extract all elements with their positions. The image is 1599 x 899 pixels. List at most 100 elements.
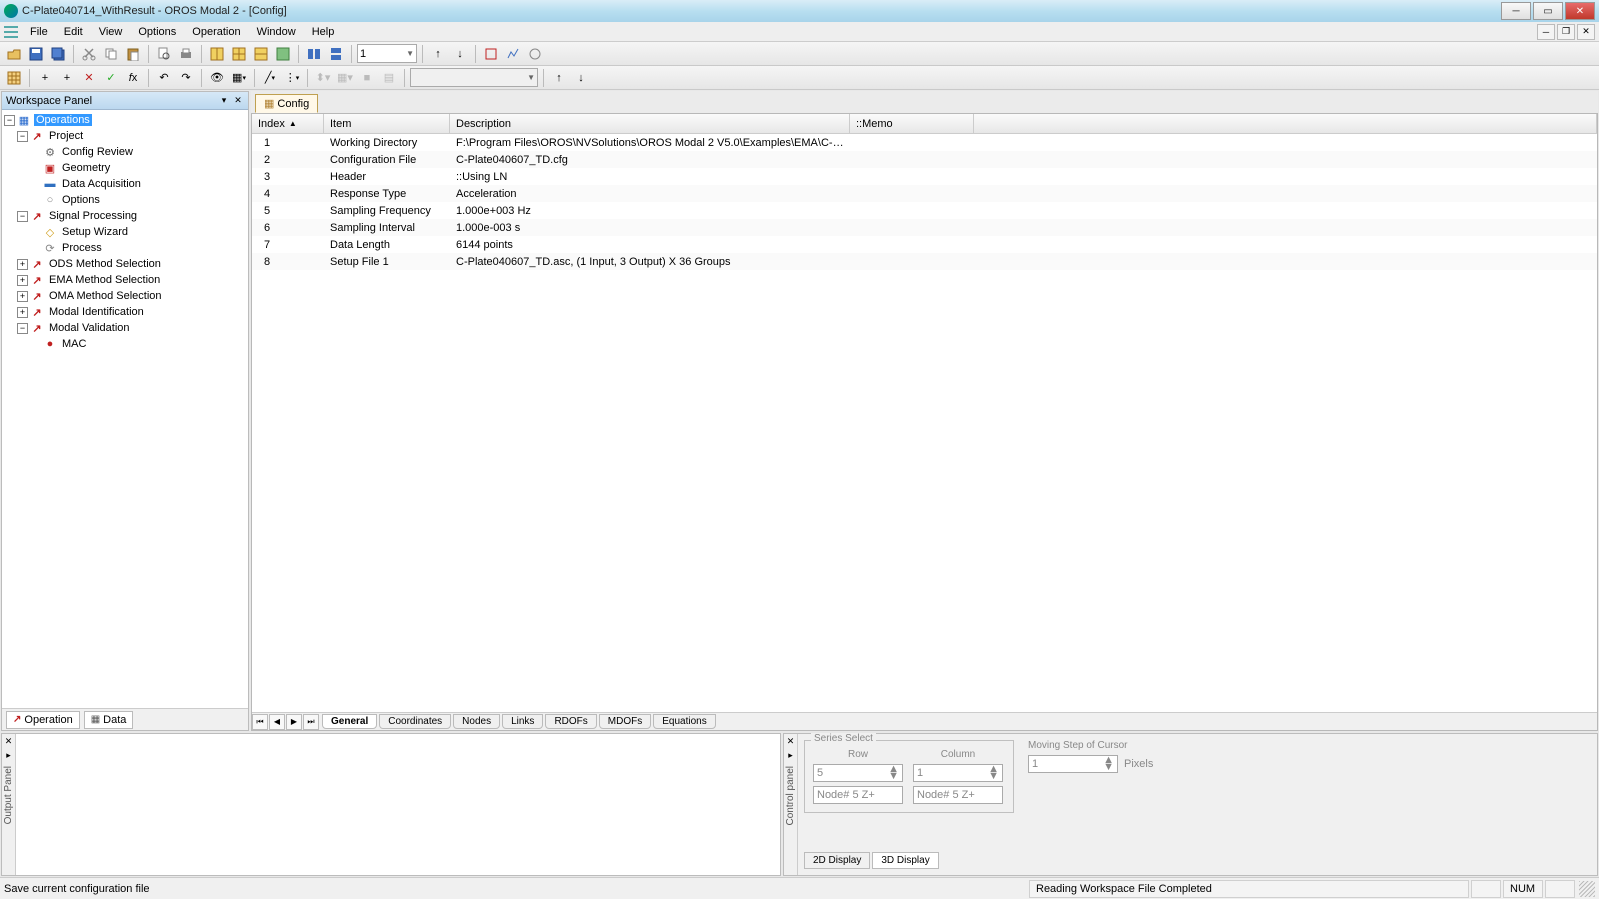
col-index[interactable]: Index▲ bbox=[252, 114, 324, 133]
tree-data-acq[interactable]: Data Acquisition bbox=[60, 178, 143, 190]
grid-body[interactable]: 1Working DirectoryF:\Program Files\OROS\… bbox=[252, 134, 1597, 712]
delete-icon[interactable]: ✕ bbox=[79, 68, 99, 88]
expand-icon[interactable]: − bbox=[17, 131, 28, 142]
cursor-stepper[interactable]: 1▲▼ bbox=[1028, 755, 1118, 773]
tree-process[interactable]: Process bbox=[60, 242, 104, 254]
open-icon[interactable] bbox=[4, 44, 24, 64]
menu-window[interactable]: Window bbox=[249, 24, 304, 40]
tree-options[interactable]: Options bbox=[60, 194, 102, 206]
sheet-next-icon[interactable]: ▶ bbox=[286, 714, 302, 730]
workspace-tree[interactable]: −Operations −Project Config Review Geome… bbox=[2, 110, 248, 708]
table-row[interactable]: 3Header::Using LN bbox=[252, 168, 1597, 185]
table-row[interactable]: 8Setup File 1C-Plate040607_TD.asc, (1 In… bbox=[252, 253, 1597, 270]
expand-icon[interactable]: + bbox=[17, 307, 28, 318]
layout4-icon[interactable] bbox=[273, 44, 293, 64]
tool1-icon[interactable]: ⬍▾ bbox=[313, 68, 333, 88]
splitter1-icon[interactable] bbox=[304, 44, 324, 64]
add-icon[interactable]: + bbox=[35, 68, 55, 88]
save-icon[interactable] bbox=[26, 44, 46, 64]
sheet-last-icon[interactable]: ⏭ bbox=[303, 714, 319, 730]
tree-modal-ident[interactable]: Modal Identification bbox=[47, 306, 146, 318]
menu-edit[interactable]: Edit bbox=[56, 24, 91, 40]
paste-icon[interactable] bbox=[123, 44, 143, 64]
arrow-up-icon[interactable]: ↑ bbox=[428, 44, 448, 64]
tree-geometry[interactable]: Geometry bbox=[60, 162, 112, 174]
sheet-rdofs[interactable]: RDOFs bbox=[545, 714, 596, 729]
cut-icon[interactable] bbox=[79, 44, 99, 64]
tree-setup-wizard[interactable]: Setup Wizard bbox=[60, 226, 130, 238]
layout1-icon[interactable] bbox=[207, 44, 227, 64]
table-row[interactable]: 1Working DirectoryF:\Program Files\OROS\… bbox=[252, 134, 1597, 151]
arrow-down2-icon[interactable]: ↓ bbox=[571, 68, 591, 88]
grid-icon[interactable] bbox=[4, 68, 24, 88]
copy-icon[interactable] bbox=[101, 44, 121, 64]
table-row[interactable]: 5Sampling Frequency1.000e+003 Hz bbox=[252, 202, 1597, 219]
tree-mac[interactable]: MAC bbox=[60, 338, 88, 350]
expand-icon[interactable]: − bbox=[4, 115, 15, 126]
menu-operation[interactable]: Operation bbox=[184, 24, 248, 40]
tool2-icon[interactable]: ▦▾ bbox=[335, 68, 355, 88]
tab-2d-display[interactable]: 2D Display bbox=[804, 852, 870, 869]
menu-file[interactable]: File bbox=[22, 24, 56, 40]
close-button[interactable]: ✕ bbox=[1565, 2, 1595, 20]
mdi-restore-button[interactable]: ❐ bbox=[1557, 24, 1575, 40]
col-stepper[interactable]: 1▲▼ bbox=[913, 764, 1003, 782]
minimize-button[interactable]: ─ bbox=[1501, 2, 1531, 20]
tree-oma[interactable]: OMA Method Selection bbox=[47, 290, 164, 302]
table-row[interactable]: 7Data Length 6144 points bbox=[252, 236, 1597, 253]
sheet-first-icon[interactable]: ⏮ bbox=[252, 714, 268, 730]
mdi-close-button[interactable]: ✕ bbox=[1577, 24, 1595, 40]
expand-icon[interactable]: + bbox=[17, 291, 28, 302]
splitter2-icon[interactable] bbox=[326, 44, 346, 64]
line-icon[interactable]: ╱▾ bbox=[260, 68, 280, 88]
sheet-mdofs[interactable]: MDOFs bbox=[599, 714, 651, 729]
output-body[interactable] bbox=[16, 734, 780, 875]
tool-a-icon[interactable] bbox=[481, 44, 501, 64]
toolbar2-combo[interactable]: ▼ bbox=[410, 68, 538, 87]
tab-3d-display[interactable]: 3D Display bbox=[872, 852, 938, 869]
tab-data[interactable]: Data bbox=[84, 711, 134, 729]
sheet-coordinates[interactable]: Coordinates bbox=[379, 714, 451, 729]
expand-icon[interactable]: − bbox=[17, 211, 28, 222]
tree-ema[interactable]: EMA Method Selection bbox=[47, 274, 162, 286]
fx-icon[interactable]: fx bbox=[123, 68, 143, 88]
toolbar-combo[interactable]: 1▼ bbox=[357, 44, 417, 63]
panel-close-icon[interactable]: ✕ bbox=[3, 735, 15, 747]
layout3-icon[interactable] bbox=[251, 44, 271, 64]
table-row[interactable]: 4Response TypeAcceleration bbox=[252, 185, 1597, 202]
expand-icon[interactable]: − bbox=[17, 323, 28, 334]
maximize-button[interactable]: ▭ bbox=[1533, 2, 1563, 20]
tree-modal-valid[interactable]: Modal Validation bbox=[47, 322, 132, 334]
tree-project[interactable]: Project bbox=[47, 130, 85, 142]
sheet-general[interactable]: General bbox=[322, 714, 377, 729]
expand-icon[interactable]: + bbox=[17, 275, 28, 286]
sheet-prev-icon[interactable]: ◀ bbox=[269, 714, 285, 730]
table-row[interactable]: 6Sampling Interval1.000e-003 s bbox=[252, 219, 1597, 236]
mdi-minimize-button[interactable]: ─ bbox=[1537, 24, 1555, 40]
tab-operation[interactable]: Operation bbox=[6, 711, 80, 729]
col-description[interactable]: Description bbox=[450, 114, 850, 133]
check-icon[interactable]: ✓ bbox=[101, 68, 121, 88]
tool4-icon[interactable]: ▤ bbox=[379, 68, 399, 88]
menu-view[interactable]: View bbox=[91, 24, 131, 40]
col-memo[interactable]: ::Memo bbox=[850, 114, 974, 133]
pin-icon[interactable]: ▾ bbox=[218, 95, 230, 107]
sheet-equations[interactable]: Equations bbox=[653, 714, 715, 729]
menu-help[interactable]: Help bbox=[304, 24, 343, 40]
table-row[interactable]: 2Configuration FileC-Plate040607_TD.cfg bbox=[252, 151, 1597, 168]
tab-config[interactable]: Config bbox=[255, 94, 318, 113]
undo-icon[interactable]: ↶ bbox=[154, 68, 174, 88]
layout2-icon[interactable] bbox=[229, 44, 249, 64]
grid2-icon[interactable]: ▦▾ bbox=[229, 68, 249, 88]
tool-c-icon[interactable] bbox=[525, 44, 545, 64]
col-item[interactable]: Item bbox=[324, 114, 450, 133]
redo-icon[interactable]: ↷ bbox=[176, 68, 196, 88]
tree-config-review[interactable]: Config Review bbox=[60, 146, 135, 158]
tree-operations[interactable]: Operations bbox=[34, 114, 92, 126]
resize-grip-icon[interactable] bbox=[1579, 881, 1595, 897]
tool-b-icon[interactable] bbox=[503, 44, 523, 64]
sheet-nodes[interactable]: Nodes bbox=[453, 714, 500, 729]
arrow-up2-icon[interactable]: ↑ bbox=[549, 68, 569, 88]
col-extra[interactable] bbox=[974, 114, 1597, 133]
menu-options[interactable]: Options bbox=[130, 24, 184, 40]
